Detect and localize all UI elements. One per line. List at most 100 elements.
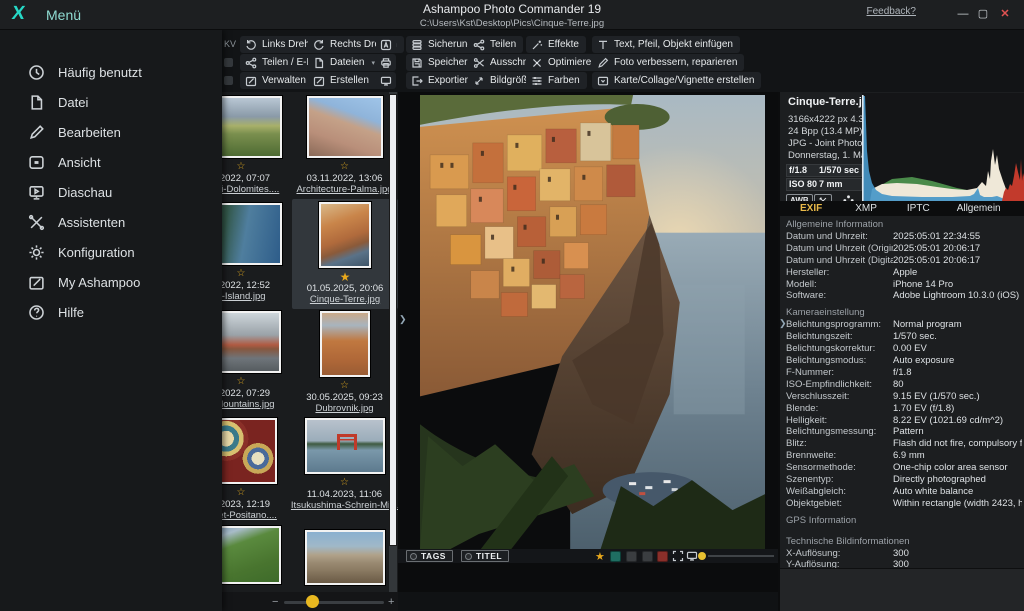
slideshow-button[interactable] bbox=[376, 72, 396, 89]
thumbnail-itsukushima[interactable]: ☆ 11.04.2023, 11:06 Itsukushima-Schrein-… bbox=[293, 418, 396, 511]
sidebar-item-konfiguration[interactable]: Konfiguration bbox=[0, 238, 222, 266]
button-label: Erstellen bbox=[330, 75, 369, 86]
exif-section-camera: Kameraeinstellung Belichtungsprogramm:No… bbox=[786, 307, 1022, 509]
button-label: Optimieren bbox=[548, 57, 597, 68]
star-rating-icon[interactable]: ☆ bbox=[237, 268, 246, 280]
zoom-in-icon[interactable]: + bbox=[388, 596, 394, 608]
sidebar-item-datei[interactable]: Datei bbox=[0, 88, 222, 116]
thumbnail-dubrovnik[interactable]: ☆ 30.05.2025, 09:23 Dubrovnik.jpg bbox=[293, 311, 396, 414]
thumbnail-hills[interactable] bbox=[222, 526, 291, 587]
thumbnail-filename[interactable]: ri-Island.jpg bbox=[222, 291, 266, 302]
sidebar-item-my-ashampoo[interactable]: My Ashampoo bbox=[0, 268, 222, 296]
sidebar-item-haeufig-benutzt[interactable]: Häufig benutzt bbox=[0, 58, 222, 86]
star-rating-icon[interactable]: ☆ bbox=[340, 477, 349, 489]
sidebar-item-bearbeiten[interactable]: Bearbeiten bbox=[0, 118, 222, 146]
thumbnail-island[interactable]: ☆ 1.2022, 12:52 ri-Island.jpg bbox=[222, 203, 291, 302]
exif-value: 8.22 EV (1021.69 cd/m^2) bbox=[893, 415, 1022, 427]
color-label-red[interactable] bbox=[657, 551, 668, 562]
thumbnail-filename[interactable]: Cinque-Terre.jpg bbox=[310, 294, 380, 305]
create-icon bbox=[313, 75, 325, 87]
slider-knob[interactable] bbox=[306, 595, 319, 608]
thumbnail-cinque-terre-selected[interactable]: ★ 01.05.2025, 20:06 Cinque-Terre.jpg bbox=[292, 199, 398, 309]
thumbnail-filename[interactable]: Itsukushima-Schrein-Mi... bbox=[291, 500, 398, 511]
thumbnail-market-positano[interactable]: ☆ 0.2023, 12:19 arket-Positano.... bbox=[222, 418, 291, 521]
titel-button[interactable]: TITEL bbox=[461, 550, 509, 562]
window-title: Ashampoo Photo Commander 19 C:\Users\Kst… bbox=[312, 2, 712, 29]
a-square-icon bbox=[380, 39, 392, 51]
monitor-icon[interactable] bbox=[686, 550, 698, 562]
print-button[interactable] bbox=[376, 54, 396, 71]
exif-row: Belichtungsprogramm:Normal program bbox=[786, 319, 1022, 331]
viewer-zoom-slider[interactable] bbox=[708, 555, 774, 557]
thumbnail-filename[interactable]: Dubrovnik.jpg bbox=[315, 403, 373, 414]
card-collage-button[interactable]: Karte/Collage/Vignette erstellen bbox=[592, 72, 761, 89]
chevron-down-icon[interactable]: ▾ bbox=[371, 59, 375, 67]
zoom-dot-knob[interactable] bbox=[698, 552, 706, 560]
tab-exif[interactable]: EXIF bbox=[800, 203, 822, 214]
star-rating-icon[interactable]: ☆ bbox=[237, 487, 246, 499]
rating-star-icon[interactable]: ★ bbox=[595, 550, 605, 563]
toolbar-clipped-fragment: KV bbox=[224, 39, 236, 49]
viewer-bottom-bar: TAGS TITEL ★ bbox=[398, 549, 780, 563]
export-icon bbox=[411, 75, 423, 87]
auto-correct-button[interactable] bbox=[376, 36, 396, 53]
thumbnail-filename[interactable]: Siusi-Dolomites.... bbox=[222, 184, 279, 195]
tab-xmp[interactable]: XMP bbox=[855, 203, 877, 214]
card-icon bbox=[597, 75, 609, 87]
tab-allgemein[interactable]: Allgemein bbox=[957, 203, 1001, 214]
create-dropdown-button[interactable]: Erstellen▾ bbox=[308, 72, 386, 89]
tab-iptc[interactable]: IPTC bbox=[907, 203, 930, 214]
thumbnail-mountains[interactable]: ☆ 0.2022, 07:29 s-Mountains.jpg bbox=[222, 311, 291, 410]
main-photo[interactable] bbox=[420, 95, 765, 549]
toolbar-clipped-icon bbox=[224, 76, 233, 85]
zoom-out-icon[interactable]: − bbox=[272, 596, 278, 608]
star-rating-icon[interactable]: ★ bbox=[340, 271, 351, 283]
minimize-icon[interactable]: — bbox=[954, 5, 972, 23]
scrollbar-thumb[interactable] bbox=[389, 94, 397, 546]
thumbnail-siusi-dolomites[interactable]: ☆ 0.2022, 07:07 Siusi-Dolomites.... bbox=[222, 96, 291, 195]
exif-value: 6.9 mm bbox=[893, 450, 1022, 462]
fullscreen-icon[interactable] bbox=[672, 550, 684, 562]
sidebar-item-hilfe[interactable]: Hilfe bbox=[0, 298, 222, 326]
panel-empty-area bbox=[780, 568, 1024, 611]
thumbnail-image bbox=[222, 418, 277, 484]
thumbnail-mailboxes[interactable] bbox=[293, 530, 396, 588]
exif-value: 2025:05:01 20:06:17 bbox=[893, 243, 1022, 255]
thumbnail-filename[interactable]: Architecture-Palma.jpg bbox=[296, 184, 392, 195]
star-rating-icon[interactable]: ☆ bbox=[340, 161, 349, 173]
sidebar-item-ansicht[interactable]: Ansicht bbox=[0, 148, 222, 176]
colors-button[interactable]: Farben bbox=[526, 72, 587, 89]
share-button[interactable]: Teilen bbox=[468, 36, 523, 53]
tags-button[interactable]: TAGS bbox=[406, 550, 453, 562]
color-label-gray-2[interactable] bbox=[642, 551, 653, 562]
sidebar-item-assistenten[interactable]: Assistenten bbox=[0, 208, 222, 236]
thumbnail-image bbox=[307, 96, 383, 158]
files-dropdown-button[interactable]: Dateien▾ bbox=[308, 54, 382, 71]
star-rating-icon[interactable]: ☆ bbox=[237, 161, 246, 173]
exif-label: Hersteller: bbox=[786, 267, 893, 279]
thumbnail-filename[interactable]: s-Mountains.jpg bbox=[222, 399, 275, 410]
color-label-gray-1[interactable] bbox=[626, 551, 637, 562]
sidebar-item-diaschau[interactable]: Diaschau bbox=[0, 178, 222, 206]
star-rating-icon[interactable]: ☆ bbox=[237, 376, 246, 388]
thumbnail-scrollbar[interactable] bbox=[389, 92, 397, 592]
exif-value: 0.00 EV bbox=[893, 343, 1022, 355]
thumbnail-size-slider[interactable] bbox=[284, 601, 384, 604]
close-icon[interactable]: ✕ bbox=[996, 5, 1014, 23]
star-rating-icon[interactable]: ☆ bbox=[340, 380, 349, 392]
enhance-photo-button[interactable]: Foto verbessern, reparieren bbox=[592, 54, 744, 71]
exif-row: Hersteller:Apple bbox=[786, 267, 1022, 279]
thumbnail-filename[interactable]: arket-Positano.... bbox=[222, 510, 277, 521]
exif-row: Datum und Uhrzeit (Original):2025:05:01 … bbox=[786, 243, 1022, 255]
maximize-icon[interactable]: ▢ bbox=[974, 5, 992, 23]
collapse-info-panel-chevron-icon[interactable]: ❯ bbox=[779, 318, 787, 329]
color-label-teal[interactable] bbox=[610, 551, 621, 562]
quick-exposure-row: f/1.8 1/570 sec bbox=[786, 164, 862, 177]
effects-button[interactable]: Effekte bbox=[526, 36, 586, 53]
menu-button[interactable]: Menü bbox=[46, 7, 81, 23]
insert-text-button[interactable]: Text, Pfeil, Objekt einfügen bbox=[592, 36, 740, 53]
thumbnail-architecture-palma[interactable]: ☆ 03.11.2022, 13:06 Architecture-Palma.j… bbox=[293, 96, 396, 195]
collapse-thumbnails-chevron-icon[interactable]: ❯ bbox=[399, 314, 407, 325]
exif-label: F-Nummer: bbox=[786, 367, 893, 379]
feedback-link[interactable]: Feedback? bbox=[867, 6, 916, 17]
